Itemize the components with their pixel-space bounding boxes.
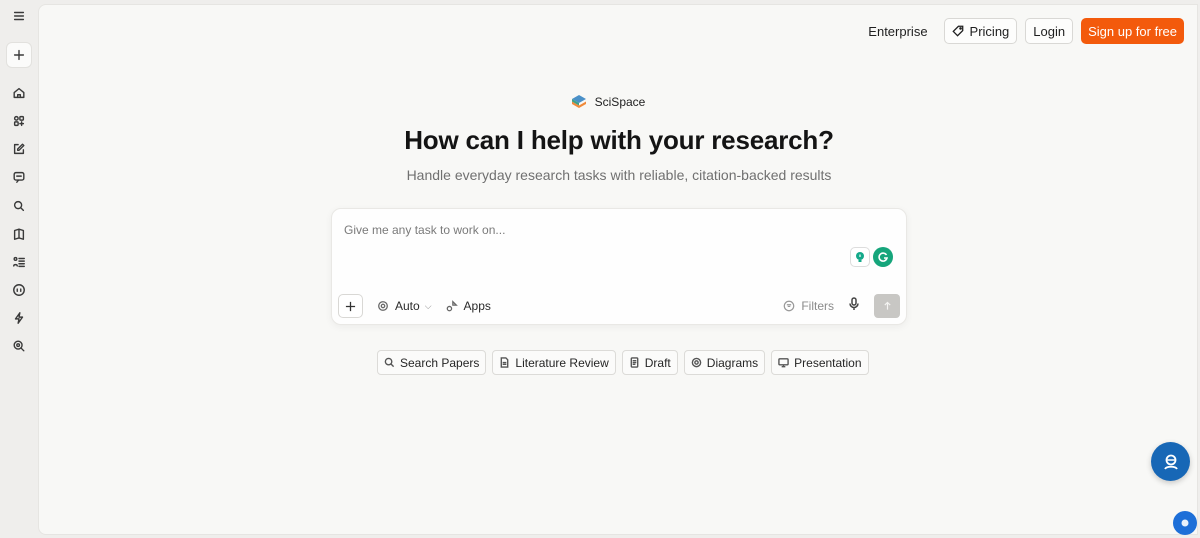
scispace-logo-icon: [571, 95, 586, 108]
pricing-label: Pricing: [969, 23, 1010, 39]
chip-presentation[interactable]: Presentation: [771, 350, 869, 375]
sidebar: [0, 0, 38, 538]
library-icon[interactable]: [6, 221, 32, 247]
filter-icon: [784, 300, 795, 312]
search-icon[interactable]: [6, 193, 32, 219]
filters-label: Filters: [801, 299, 834, 313]
chip-label: Draft: [644, 355, 671, 370]
plus-icon: [13, 49, 25, 61]
new-chat-button[interactable]: [6, 42, 32, 68]
help-chat-button[interactable]: [1151, 442, 1190, 481]
mode-label: Auto: [395, 299, 420, 313]
prompt-box: Auto ⌵ Apps Filters: [331, 208, 907, 325]
chip-draft[interactable]: Draft: [621, 350, 678, 375]
pricing-button[interactable]: Pricing: [943, 18, 1018, 44]
extension-icons: [850, 247, 893, 267]
microphone-icon[interactable]: [848, 296, 860, 316]
tag-icon: [951, 25, 963, 37]
chip-diagrams[interactable]: Diagrams: [683, 350, 766, 375]
brand-name: SciSpace: [594, 95, 646, 109]
menu-icon[interactable]: [6, 3, 32, 29]
chip-label: Literature Review: [515, 355, 609, 370]
login-button[interactable]: Login: [1025, 18, 1074, 44]
chip-label: Search Papers: [400, 355, 480, 370]
apps-button[interactable]: Apps: [446, 299, 491, 313]
chip-label: Presentation: [794, 355, 862, 370]
home-icon[interactable]: [6, 80, 32, 106]
chip-literature-review[interactable]: Literature Review: [492, 350, 616, 375]
assistant-widget-icon[interactable]: [1173, 511, 1197, 535]
chevron-down-icon: ⌵: [424, 300, 432, 311]
chip-search-papers[interactable]: Search Papers: [377, 350, 487, 375]
document-icon: [500, 357, 509, 368]
edit-icon[interactable]: [6, 136, 32, 162]
bulb-extension-icon[interactable]: [850, 247, 870, 267]
plus-icon: [345, 301, 356, 311]
quote-icon[interactable]: [6, 277, 32, 303]
chip-label: Diagrams: [706, 355, 759, 370]
diagram-icon: [691, 357, 702, 368]
settings-icon: [378, 301, 388, 311]
page-subtitle: Handle everyday research tasks with reli…: [406, 167, 832, 183]
top-nav: Enterprise Pricing Login Sign up for fre…: [860, 18, 1184, 44]
send-button[interactable]: [874, 294, 900, 318]
page-title: How can I help with your research?: [404, 125, 834, 155]
list-icon[interactable]: [6, 249, 32, 275]
chat-icon[interactable]: [6, 164, 32, 190]
attach-button[interactable]: [338, 294, 363, 318]
grammarly-icon[interactable]: [873, 247, 893, 267]
support-agent-icon: [1163, 454, 1178, 470]
zoom-search-icon[interactable]: [6, 333, 32, 359]
suggestion-chips: Search Papers Literature Review Draft Di…: [377, 350, 869, 375]
mode-selector[interactable]: Auto ⌵: [377, 299, 432, 313]
brand: SciSpace: [39, 94, 1197, 110]
monitor-icon: [778, 358, 789, 368]
apps-grid-icon[interactable]: [6, 108, 32, 134]
search-icon: [384, 357, 395, 368]
apps-label: Apps: [463, 299, 491, 313]
apps-icon: [446, 300, 458, 312]
lightning-icon[interactable]: [6, 305, 32, 331]
file-icon: [630, 357, 639, 368]
prompt-input[interactable]: [344, 223, 834, 237]
filters-button[interactable]: Filters: [783, 299, 834, 313]
login-label: Login: [1033, 23, 1066, 39]
arrow-up-icon: [883, 301, 891, 310]
prompt-toolbar: Auto ⌵ Apps Filters: [338, 294, 900, 318]
main-panel: Enterprise Pricing Login Sign up for fre…: [38, 4, 1198, 535]
signup-label: Sign up for free: [1088, 23, 1177, 39]
signup-button[interactable]: Sign up for free: [1081, 18, 1184, 44]
enterprise-link[interactable]: Enterprise: [860, 19, 935, 44]
